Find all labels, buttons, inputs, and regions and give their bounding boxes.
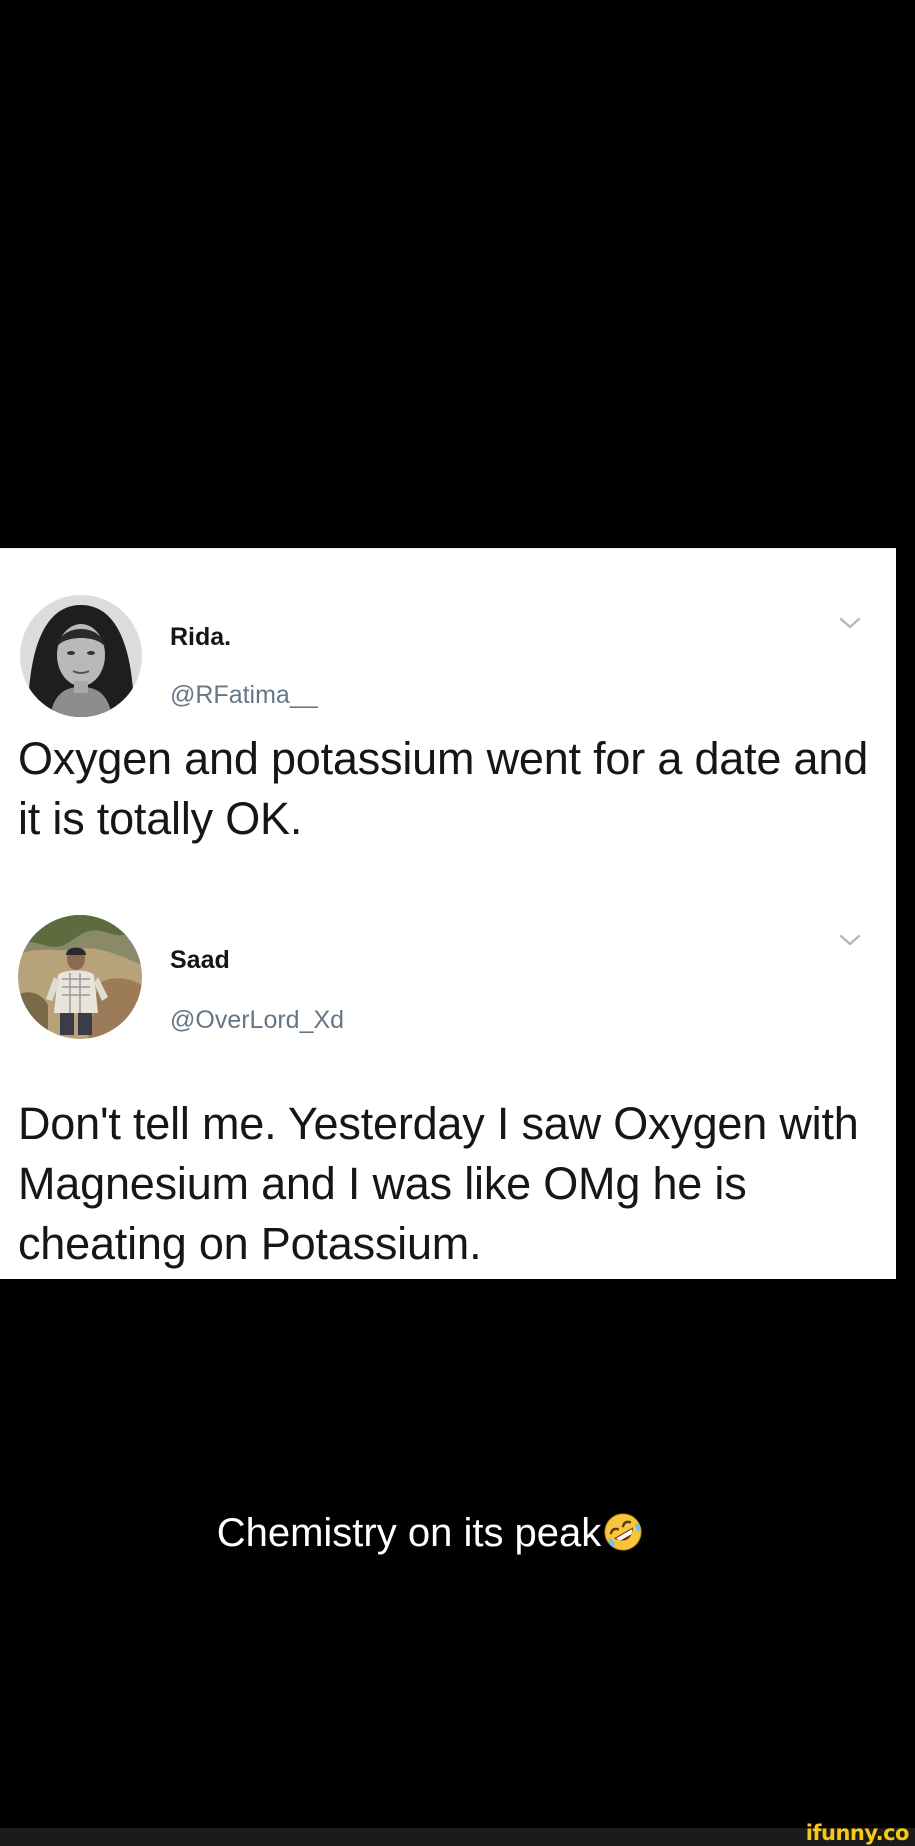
username-handle[interactable]: @OverLord_Xd (170, 1006, 344, 1035)
meme-canvas: Rida. @RFatima__ Oxygen and potassium we… (0, 0, 915, 1846)
username-handle[interactable]: @RFatima__ (170, 681, 318, 710)
avatar[interactable] (20, 595, 142, 717)
meme-caption: Chemistry on its peak (0, 1508, 860, 1558)
rolling-on-the-floor-laughing-emoji-icon (604, 1513, 642, 1551)
tweet: Saad @OverLord_Xd Don't tell me. Yesterd… (0, 879, 896, 1279)
chevron-down-icon[interactable] (838, 615, 862, 631)
ifunny-watermark[interactable]: ifunny.co (806, 1822, 910, 1844)
tweet: Rida. @RFatima__ Oxygen and potassium we… (0, 549, 896, 879)
watermark-bar (0, 1828, 915, 1846)
avatar[interactable] (18, 915, 142, 1039)
profile-photo-woman (20, 595, 142, 717)
edge-strip (903, 0, 915, 1846)
tweet-screenshot-card: Rida. @RFatima__ Oxygen and potassium we… (0, 548, 896, 1279)
display-name[interactable]: Rida. (170, 623, 231, 652)
tweet-text: Oxygen and potassium went for a date and… (18, 733, 869, 844)
display-name[interactable]: Saad (170, 946, 230, 975)
caption-text: Chemistry on its peak (216, 1511, 602, 1555)
profile-photo-man-outdoors (18, 915, 142, 1039)
tweet-text: Don't tell me. Yesterday I saw Oxygen wi… (18, 1098, 859, 1269)
chevron-down-icon[interactable] (838, 932, 862, 948)
